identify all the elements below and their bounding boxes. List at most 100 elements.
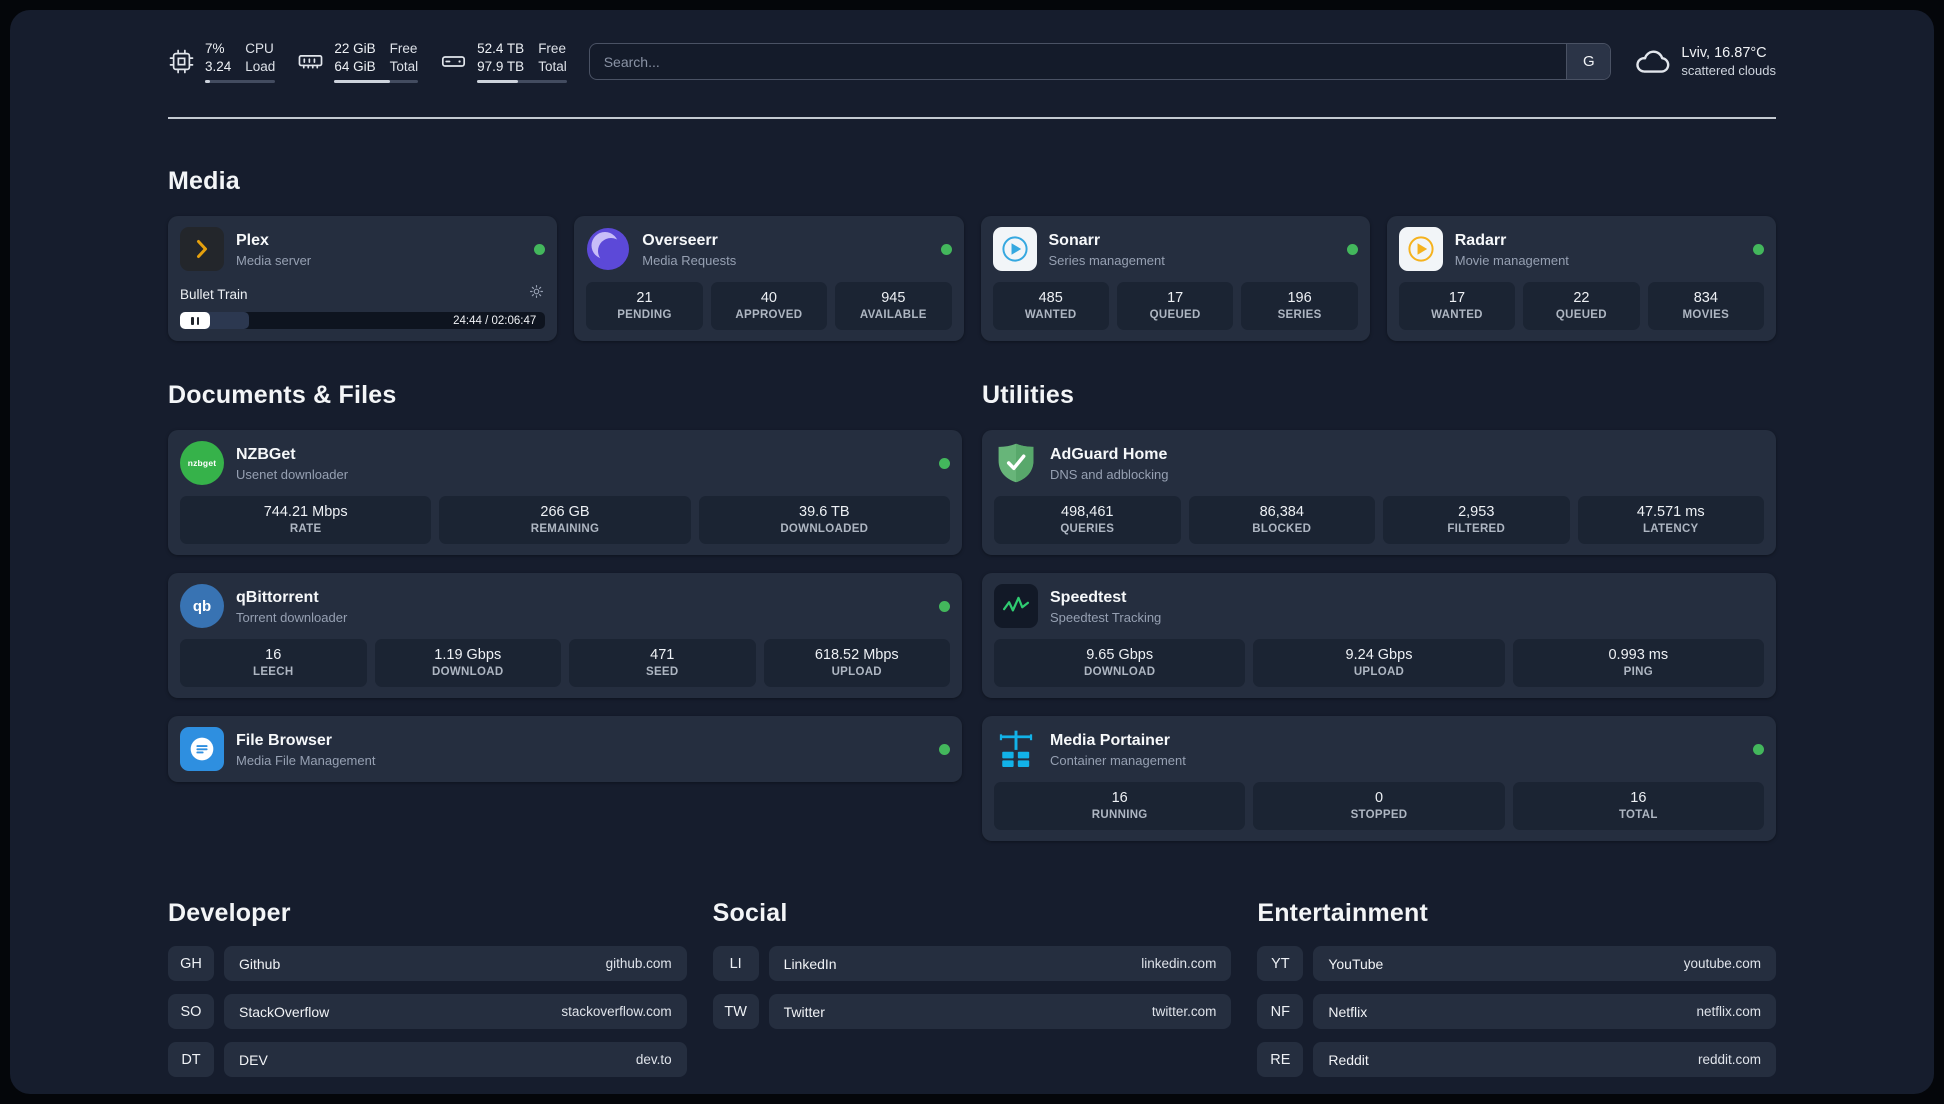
- stat-value: 16: [265, 647, 282, 664]
- memory-icon: [297, 48, 324, 75]
- qbittorrent-card[interactable]: qb qBittorrent Torrent downloader 16 LEE…: [168, 573, 962, 699]
- portainer-card[interactable]: Media Portainer Container management 16 …: [982, 716, 1776, 842]
- link-name: StackOverflow: [239, 1003, 330, 1020]
- seek-bar[interactable]: 24:44 / 02:06:47: [180, 312, 546, 330]
- weather-location: Lviv, 16.87°C: [1681, 45, 1767, 62]
- nzbget-card[interactable]: nzbget NZBGet Usenet downloader 744.21 M…: [168, 430, 962, 556]
- overseerr-meta: Overseerr Media Requests: [642, 231, 736, 268]
- link-bar: Reddit reddit.com: [1313, 1042, 1776, 1078]
- app-subtitle: DNS and adblocking: [1050, 467, 1169, 483]
- stat-value: 0: [1374, 790, 1384, 807]
- gear-icon[interactable]: [528, 283, 545, 305]
- social-section-title: Social: [712, 899, 788, 928]
- stat-label: UPLOAD: [1353, 666, 1405, 679]
- ram-usage-bar: [334, 80, 419, 84]
- filebrowser-card-header: File Browser Media File Management: [180, 727, 950, 772]
- developer-section-title: Developer: [168, 899, 291, 928]
- radarr-card[interactable]: Radarr Movie management 17 WANTED 22 QUE…: [1386, 216, 1776, 342]
- link-name: Twitter: [783, 1003, 825, 1020]
- link-abbr-badge: SO: [168, 994, 214, 1030]
- stat-label: QUERIES: [1060, 523, 1115, 536]
- stat-tile: 47.571 ms LATENCY: [1577, 496, 1764, 545]
- stat-value: 0.993 ms: [1608, 647, 1669, 664]
- link-bar: DEV dev.to: [224, 1042, 687, 1078]
- portainer-meta: Media Portainer Container management: [1050, 731, 1186, 768]
- adguard-shield-icon: [994, 441, 1038, 485]
- stat-tile: 40 APPROVED: [710, 282, 828, 331]
- stat-value: 9.24 Gbps: [1345, 647, 1413, 664]
- stat-label: QUEUED: [1149, 309, 1201, 322]
- search-input[interactable]: [589, 44, 1567, 80]
- qbittorrent-card-header: qb qBittorrent Torrent downloader: [180, 584, 950, 629]
- stat-tile: 945 AVAILABLE: [835, 282, 952, 331]
- now-playing-row: Bullet Train: [180, 283, 545, 305]
- stat-value: 618.52 Mbps: [814, 647, 899, 664]
- stat-tile: 618.52 Mbps UPLOAD: [763, 639, 950, 688]
- radarr-card-header: Radarr Movie management: [1398, 227, 1764, 272]
- link-linkedin[interactable]: LI LinkedIn linkedin.com: [712, 946, 1232, 982]
- link-url: linkedin.com: [1141, 956, 1217, 972]
- stat-tiles: 16 RUNNING 0 STOPPED 16 TOTAL: [994, 771, 1764, 831]
- status-dot: [1346, 243, 1358, 255]
- stat-tile: 834 MOVIES: [1647, 282, 1765, 331]
- link-dev[interactable]: DT DEV dev.to: [168, 1042, 687, 1078]
- stat-label: TOTAL: [1618, 809, 1658, 822]
- plex-icon: [180, 227, 224, 272]
- stat-label: RUNNING: [1091, 809, 1148, 822]
- plex-card[interactable]: Plex Media server Bullet Train 24:44 / 0…: [168, 216, 558, 342]
- link-abbr-badge: GH: [168, 946, 214, 982]
- stat-label: SEED: [645, 666, 679, 679]
- app-subtitle: Media Requests: [642, 253, 737, 269]
- link-youtube[interactable]: YT YouTube youtube.com: [1257, 946, 1776, 982]
- link-url: netflix.com: [1696, 1004, 1761, 1020]
- adguard-meta: AdGuard Home DNS and adblocking: [1050, 445, 1169, 482]
- cpu-usage-bar: [205, 80, 276, 84]
- filebrowser-card[interactable]: File Browser Media File Management: [168, 716, 962, 783]
- overseerr-card[interactable]: Overseerr Media Requests 21 PENDING 40 A…: [574, 216, 964, 342]
- link-stackoverflow[interactable]: SO StackOverflow stackoverflow.com: [168, 994, 687, 1030]
- nzbget-icon: nzbget: [180, 441, 224, 486]
- link-twitter[interactable]: TW Twitter twitter.com: [712, 994, 1232, 1030]
- link-reddit[interactable]: RE Reddit reddit.com: [1257, 1042, 1776, 1078]
- link-name: LinkedIn: [783, 955, 837, 972]
- link-netflix[interactable]: NF Netflix netflix.com: [1257, 994, 1776, 1030]
- stat-tiles: 17 WANTED 22 QUEUED 834 MOVIES: [1398, 271, 1765, 331]
- app-subtitle: Movie management: [1454, 253, 1569, 269]
- app-subtitle: Media server: [236, 253, 312, 269]
- link-abbr-badge: RE: [1257, 1042, 1304, 1078]
- speedtest-card[interactable]: Speedtest Speedtest Tracking 9.65 Gbps D…: [982, 573, 1776, 699]
- status-dot: [534, 243, 546, 255]
- stat-tile: 498,461 QUERIES: [994, 496, 1181, 545]
- stat-tile: 16 TOTAL: [1512, 782, 1764, 831]
- stat-label: RATE: [289, 523, 322, 536]
- pause-button[interactable]: [180, 312, 210, 330]
- qbittorrent-icon: qb: [180, 584, 224, 629]
- app-subtitle: Container management: [1050, 753, 1186, 769]
- adguard-card[interactable]: AdGuard Home DNS and adblocking 498,461 …: [982, 430, 1776, 556]
- disk-usage-bar-fill: [477, 80, 519, 84]
- adguard-card-header: AdGuard Home DNS and adblocking: [994, 441, 1764, 485]
- link-bar: Github github.com: [224, 946, 687, 982]
- developer-links-column: Developer GH Github github.com SO StackO…: [168, 899, 687, 1090]
- media-section-title: Media: [168, 167, 240, 196]
- stat-label: REMAINING: [530, 523, 600, 536]
- stat-tiles: 9.65 Gbps DOWNLOAD 9.24 Gbps UPLOAD 0.99…: [994, 628, 1764, 688]
- link-bar: StackOverflow stackoverflow.com: [224, 994, 687, 1030]
- stat-value: 21: [636, 290, 653, 307]
- search-engine-button[interactable]: G: [1566, 44, 1611, 80]
- sonarr-card[interactable]: Sonarr Series management 485 WANTED 17 Q…: [980, 216, 1370, 342]
- disk-free-label: Free: [538, 41, 566, 56]
- disk-free-value: 52.4 TB: [477, 41, 525, 56]
- overseerr-icon: [586, 227, 630, 271]
- app-name: Sonarr: [1048, 231, 1101, 249]
- disk-usage-bar: [477, 80, 567, 84]
- sonarr-icon: [992, 227, 1037, 272]
- app-name: Overseerr: [642, 231, 718, 249]
- disk-total-value: 97.9 TB: [477, 59, 525, 75]
- link-abbr-badge: NF: [1257, 994, 1304, 1030]
- link-github[interactable]: GH Github github.com: [168, 946, 687, 982]
- app-subtitle: Series management: [1048, 253, 1165, 269]
- link-bar: Twitter twitter.com: [768, 994, 1232, 1030]
- stat-tile: 1.19 Gbps DOWNLOAD: [374, 639, 561, 688]
- stat-value: 17: [1167, 290, 1184, 307]
